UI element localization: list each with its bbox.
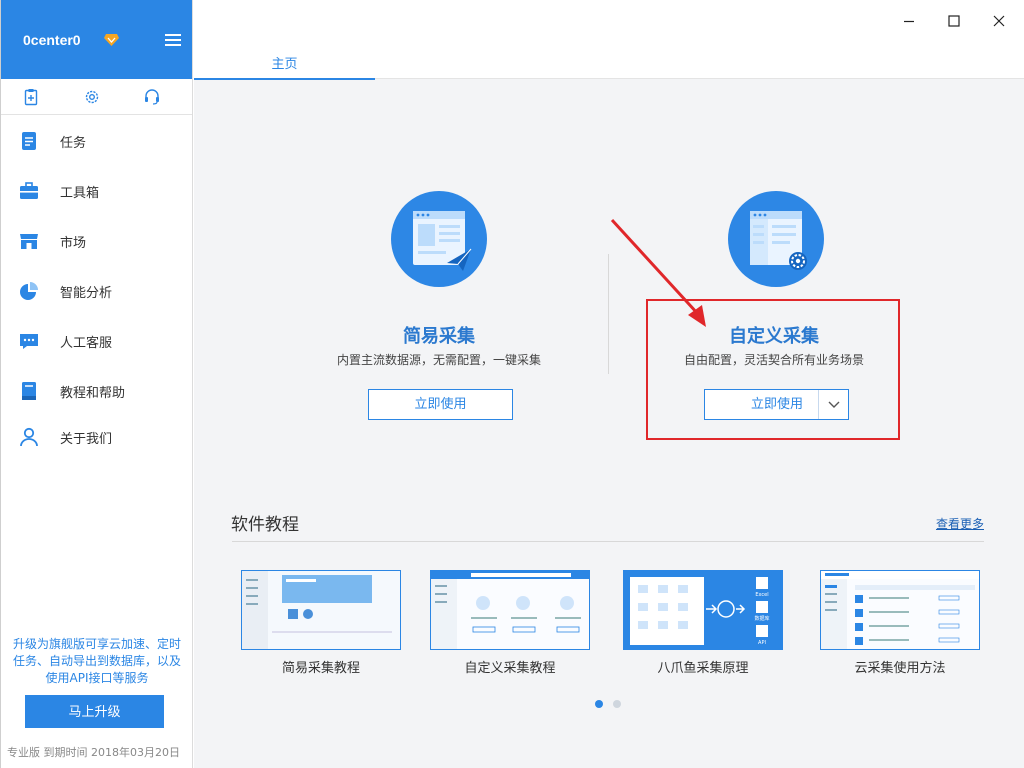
thumb-api-label: API — [758, 640, 766, 646]
red-arrow-annotation — [610, 218, 706, 327]
section-divider — [232, 541, 984, 542]
tutorial-label: 自定义采集教程 — [464, 661, 556, 676]
thumb-excel-label: Excel — [755, 592, 768, 598]
sidebar-item-label: 市场 — [60, 236, 87, 251]
person-icon — [20, 427, 38, 447]
sidebar-item-toolbox[interactable]: 工具箱 — [1, 165, 192, 215]
tutorial-card-cloud[interactable]: 云采集使用方法 — [820, 570, 980, 676]
sidebar-item-label: 工具箱 — [60, 186, 100, 201]
toolbox-icon — [20, 182, 38, 199]
sidebar-header: 0center0 — [1, 0, 192, 79]
vip-diamond-icon — [104, 34, 119, 46]
easy-collect-title: 简易采集 — [403, 326, 475, 347]
tutorial-section-title: 软件教程 — [231, 515, 299, 535]
hamburger-menu-icon[interactable] — [165, 34, 181, 46]
settings-gear-icon[interactable] — [83, 88, 101, 106]
tutorial-thumbnail — [820, 570, 980, 650]
sidebar-item-tutorial-help[interactable]: 教程和帮助 — [1, 365, 192, 415]
tutorial-label: 简易采集教程 — [281, 661, 360, 676]
license-expiry-text: 专业版 到期时间 2018年03月20日 — [7, 746, 180, 759]
headset-support-icon[interactable] — [143, 88, 161, 106]
task-icon — [22, 132, 36, 150]
pie-chart-icon — [20, 282, 38, 300]
tutorial-thumbnail: Excel 数据库 API — [623, 570, 783, 650]
tutorial-card-custom[interactable]: 自定义采集教程 — [430, 570, 590, 676]
top-bar: 主页 — [194, 0, 1024, 80]
sidebar-item-about[interactable]: 关于我们 — [1, 415, 192, 465]
thumb-db-label: 数据库 — [754, 615, 769, 622]
sidebar-toolbar — [1, 79, 192, 115]
sidebar-item-analysis[interactable]: 智能分析 — [1, 265, 192, 315]
chat-icon — [20, 334, 38, 349]
carousel-dot[interactable] — [613, 700, 621, 708]
close-icon[interactable] — [990, 12, 1008, 30]
tutorial-card-easy[interactable]: 简易采集教程 — [241, 570, 401, 676]
add-task-icon[interactable] — [22, 88, 40, 106]
maximize-icon[interactable] — [945, 12, 963, 30]
sidebar-item-label: 任务 — [60, 136, 87, 151]
tab-home[interactable]: 主页 — [194, 0, 375, 80]
view-more-link[interactable]: 查看更多 — [936, 515, 984, 532]
sidebar-nav: 任务 工具箱 市场 智能分析 人工客服 教程和帮助 关于我们 — [1, 115, 192, 465]
market-icon — [20, 234, 38, 249]
carousel-pagination — [595, 693, 631, 712]
minimize-icon[interactable] — [900, 12, 918, 30]
tutorial-card-principle[interactable]: Excel 数据库 API 八爪鱼采集原理 — [623, 570, 783, 676]
easy-collect-desc: 内置主流数据源，无需配置，一键采集 — [336, 353, 541, 367]
sidebar-item-market[interactable]: 市场 — [1, 215, 192, 265]
book-icon — [22, 382, 36, 400]
username[interactable]: 0center0 — [23, 32, 81, 48]
sidebar-item-support[interactable]: 人工客服 — [1, 315, 192, 365]
tutorial-thumbnail — [430, 570, 590, 650]
sidebar-item-label: 智能分析 — [60, 286, 113, 301]
sidebar-item-label: 人工客服 — [60, 336, 113, 351]
upgrade-promo-text: 升级为旗舰版可享云加速、定时任务、自动导出到数据库，以及使用API接口等服务 — [12, 637, 181, 685]
sidebar: 0center0 任务 工具箱 市场 智能分析 人工客服 教程和帮助 关于我们 … — [0, 0, 193, 768]
sidebar-item-label: 教程和帮助 — [60, 386, 126, 401]
easy-collect-icon — [391, 191, 487, 287]
sidebar-item-task[interactable]: 任务 — [1, 115, 192, 165]
sidebar-item-label: 关于我们 — [60, 432, 113, 447]
main-area: 主页 简易采集 内置主流数据源，无需配置，一键采集 立即使用 自定义采集 自由配… — [194, 0, 1024, 768]
tutorial-label: 云采集使用方法 — [854, 661, 946, 676]
upgrade-button[interactable]: 马上升级 — [25, 695, 164, 728]
carousel-dot-active[interactable] — [595, 700, 603, 708]
tutorial-thumbnail — [241, 570, 401, 650]
easy-collect-use-button[interactable]: 立即使用 — [368, 389, 513, 420]
tutorial-label: 八爪鱼采集原理 — [657, 661, 749, 676]
custom-collect-icon — [728, 191, 824, 287]
